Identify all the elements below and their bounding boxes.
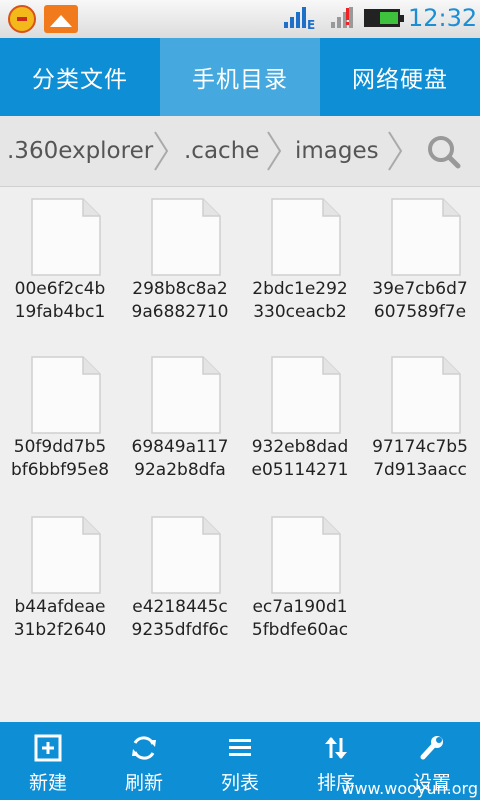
file-name: b44afdeae 31b2f2640 bbox=[0, 596, 120, 642]
breadcrumb-item[interactable]: images bbox=[295, 116, 379, 186]
file-icon bbox=[31, 356, 101, 434]
file-icon bbox=[31, 198, 101, 276]
file-name-line: 31b2f2640 bbox=[13, 620, 107, 640]
new-button[interactable]: 新建 bbox=[0, 722, 96, 800]
file-name: ec7a190d1 5fbdfe60ac bbox=[240, 596, 360, 642]
list-label: 列表 bbox=[220, 772, 259, 794]
file-name-line: 298b8c8a2 bbox=[132, 279, 228, 299]
file-name: 2bdc1e292 330ceacb2 bbox=[240, 278, 360, 324]
file-name-line: 607589f7e bbox=[373, 302, 467, 322]
watermark: www.wooyun.org bbox=[341, 779, 478, 798]
file-name: e4218445c 9235dfdf6c bbox=[120, 596, 240, 642]
top-tab-bar: 分类文件 手机目录 网络硬盘 bbox=[0, 38, 480, 116]
file-icon bbox=[391, 198, 461, 276]
file-item[interactable]: 932eb8dad e05114271 bbox=[240, 348, 360, 508]
tab-network-disk[interactable]: 网络硬盘 bbox=[320, 38, 480, 116]
chevron-right-icon bbox=[154, 131, 169, 171]
sort-icon bbox=[325, 737, 347, 759]
file-name-line: e05114271 bbox=[251, 460, 349, 480]
clock: 12:32 bbox=[408, 4, 478, 32]
file-item[interactable]: e4218445c 9235dfdf6c bbox=[120, 508, 240, 668]
tab-category-files[interactable]: 分类文件 bbox=[0, 38, 160, 116]
file-name-line: 330ceacb2 bbox=[253, 302, 347, 322]
signal-icon bbox=[284, 7, 306, 28]
file-item[interactable]: 69849a117 92a2b8dfa bbox=[120, 348, 240, 508]
file-icon bbox=[151, 198, 221, 276]
file-name-line: e4218445c bbox=[132, 597, 228, 617]
file-name-line: 7d913aacc bbox=[373, 460, 467, 480]
file-icon bbox=[31, 516, 101, 594]
file-name-line: 932eb8dad bbox=[251, 437, 349, 457]
file-item[interactable]: b44afdeae 31b2f2640 bbox=[0, 508, 120, 668]
list-button[interactable]: 列表 bbox=[192, 722, 288, 800]
file-icon bbox=[151, 516, 221, 594]
search-icon bbox=[428, 136, 461, 169]
file-name-line: b44afdeae bbox=[14, 597, 106, 617]
file-item[interactable]: 2bdc1e292 330ceacb2 bbox=[240, 190, 360, 350]
signal-no-service-icon bbox=[331, 7, 353, 28]
breadcrumb-item[interactable]: .360explorer bbox=[7, 116, 153, 186]
file-icon bbox=[271, 356, 341, 434]
file-icon bbox=[271, 198, 341, 276]
file-name: 50f9dd7b5 bf6bbf95e8 bbox=[0, 436, 120, 482]
chevron-right-icon bbox=[388, 131, 403, 171]
file-name: 298b8c8a2 9a6882710 bbox=[120, 278, 240, 324]
file-item[interactable]: 50f9dd7b5 bf6bbf95e8 bbox=[0, 348, 120, 508]
file-name-line: 92a2b8dfa bbox=[134, 460, 226, 480]
file-name: 00e6f2c4b 19fab4bc1 bbox=[0, 278, 120, 324]
refresh-label: 刷新 bbox=[124, 772, 163, 794]
file-item[interactable]: ec7a190d1 5fbdfe60ac bbox=[240, 508, 360, 668]
settings-icon bbox=[420, 736, 443, 760]
chevron-right-icon bbox=[267, 131, 282, 171]
file-name-line: 5fbdfe60ac bbox=[251, 620, 349, 640]
file-name-line: 9a6882710 bbox=[131, 302, 229, 322]
file-item[interactable]: 00e6f2c4b 19fab4bc1 bbox=[0, 190, 120, 350]
file-item[interactable]: 39e7cb6d7 607589f7e bbox=[360, 190, 480, 350]
file-name-line: bf6bbf95e8 bbox=[10, 460, 110, 480]
file-icon bbox=[271, 516, 341, 594]
file-name: 97174c7b5 7d913aacc bbox=[360, 436, 480, 482]
file-name-line: 9235dfdf6c bbox=[131, 620, 229, 640]
breadcrumb: .360explorer .cache images bbox=[0, 116, 480, 187]
file-name: 39e7cb6d7 607589f7e bbox=[360, 278, 480, 324]
file-icon bbox=[151, 356, 221, 434]
network-type-label: E bbox=[307, 18, 316, 32]
file-name-line: 69849a117 bbox=[131, 437, 229, 457]
file-name-line: 39e7cb6d7 bbox=[372, 279, 468, 299]
list-icon bbox=[229, 739, 251, 756]
status-bar: E 12:32 bbox=[0, 0, 480, 38]
refresh-button[interactable]: 刷新 bbox=[96, 722, 192, 800]
file-name-line: ec7a190d1 bbox=[252, 597, 348, 617]
file-name: 69849a117 92a2b8dfa bbox=[120, 436, 240, 482]
search-button[interactable] bbox=[420, 128, 470, 174]
new-label: 新建 bbox=[28, 772, 67, 794]
gallery-icon bbox=[44, 5, 78, 33]
tab-phone-directory[interactable]: 手机目录 bbox=[160, 38, 320, 116]
file-name-line: 50f9dd7b5 bbox=[13, 437, 107, 457]
refresh-icon bbox=[132, 736, 156, 760]
file-name-line: 19fab4bc1 bbox=[14, 302, 106, 322]
new-icon bbox=[34, 734, 62, 762]
file-item[interactable]: 298b8c8a2 9a6882710 bbox=[120, 190, 240, 350]
file-name-line: 00e6f2c4b bbox=[14, 279, 106, 299]
file-name-line: 2bdc1e292 bbox=[252, 279, 348, 299]
file-item[interactable]: 97174c7b5 7d913aacc bbox=[360, 348, 480, 508]
file-icon bbox=[391, 356, 461, 434]
file-name-line: 97174c7b5 bbox=[372, 437, 468, 457]
file-name: 932eb8dad e05114271 bbox=[240, 436, 360, 482]
battery-icon bbox=[364, 9, 404, 27]
breadcrumb-item[interactable]: .cache bbox=[184, 116, 259, 186]
app-360-icon bbox=[8, 5, 36, 33]
